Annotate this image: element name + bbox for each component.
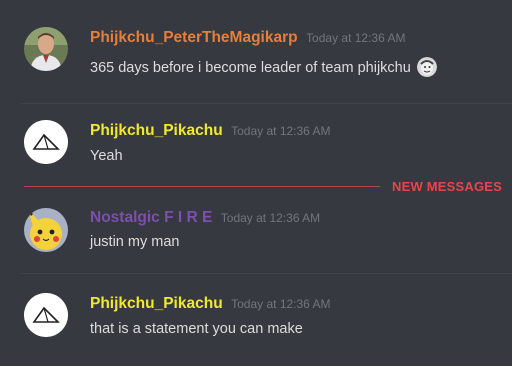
message-4: Phijkchu_Pikachu Today at 12:36 AM that … [0, 274, 512, 366]
message-text: 365 days before i become leader of team … [90, 57, 437, 77]
timestamp: Today at 12:36 AM [231, 124, 331, 138]
message-text-content: 365 days before i become leader of team … [90, 60, 411, 76]
author-name[interactable]: Phijkchu_PeterTheMagikarp [90, 29, 298, 46]
message-text: that is a statement you can make [90, 321, 303, 337]
timestamp: Today at 12:36 AM [306, 31, 406, 45]
message-1: Phijkchu_PeterTheMagikarp Today at 12:36… [0, 0, 512, 104]
face-emoji-icon[interactable] [416, 57, 437, 77]
user-avatar[interactable] [24, 120, 68, 164]
author-name[interactable]: Phijkchu_Pikachu [90, 295, 223, 312]
message-text: Yeah [90, 148, 123, 164]
triangle-logo-icon [24, 293, 68, 337]
triangle-logo-icon [24, 120, 68, 164]
pikachu-icon [24, 208, 68, 252]
author-name[interactable]: Phijkchu_Pikachu [90, 122, 223, 139]
author-name[interactable]: Nostalgic F I R E [90, 209, 212, 226]
user-avatar[interactable] [24, 293, 68, 337]
message-2: Phijkchu_Pikachu Today at 12:36 AM Yeah [0, 104, 512, 184]
user-avatar[interactable] [24, 27, 68, 71]
new-messages-line [24, 186, 380, 187]
message-text: justin my man [90, 234, 180, 250]
user-avatar[interactable] [24, 208, 68, 252]
timestamp: Today at 12:36 AM [220, 211, 321, 225]
timestamp: Today at 12:36 AM [231, 297, 331, 311]
message-3: Nostalgic F I R E Today at 12:36 AM just… [0, 192, 512, 272]
